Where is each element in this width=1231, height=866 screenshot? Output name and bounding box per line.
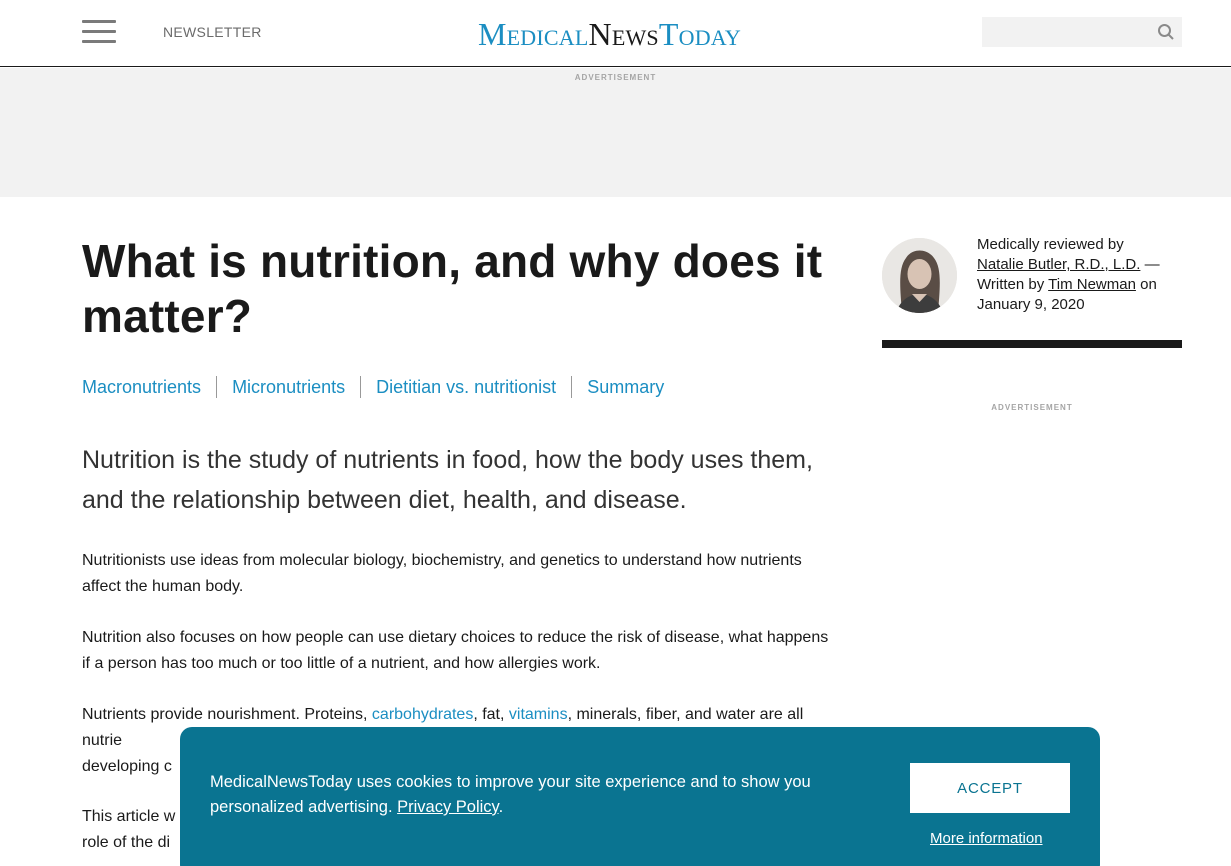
table-of-contents: Macronutrients Micronutrients Dietitian …: [82, 376, 664, 398]
cookie-message-text: MedicalNewsToday uses cookies to improve…: [210, 773, 811, 816]
toc-link-summary[interactable]: Summary: [587, 377, 664, 398]
top-ad-slot: ADVERTISEMENT: [0, 68, 1231, 197]
article-byline: Medically reviewed by Natalie Butler, R.…: [977, 235, 1187, 315]
written-by-label: Written by: [977, 276, 1049, 293]
sidebar-divider: [882, 340, 1182, 348]
link-carbohydrates[interactable]: carbohydrates: [372, 706, 473, 723]
logo-part-news: News: [588, 16, 659, 52]
search-input[interactable]: [982, 17, 1147, 47]
paragraph-4-text: role of the di: [82, 834, 171, 851]
search-box: [982, 17, 1182, 47]
site-logo[interactable]: MedicalNewsToday: [478, 14, 741, 54]
paragraph-4-text: This article w: [82, 808, 176, 825]
logo-part-today: Today: [658, 16, 741, 52]
article-lede: Nutrition is the study of nutrients in f…: [82, 446, 813, 514]
ad-label: ADVERTISEMENT: [991, 403, 1073, 412]
reviewer-avatar: [882, 238, 957, 313]
link-vitamins[interactable]: vitamins: [509, 706, 568, 723]
toc-divider: [571, 376, 573, 398]
paragraph-2: Nutrition also focuses on how people can…: [82, 629, 829, 672]
avatar-photo: [882, 238, 957, 313]
paragraph-3-text: Nutrients provide nourishment. Proteins,: [82, 706, 372, 723]
ad-label: ADVERTISEMENT: [574, 73, 657, 82]
menu-icon[interactable]: [82, 20, 116, 44]
toc-link-macronutrients[interactable]: Macronutrients: [82, 377, 201, 398]
accept-cookies-button[interactable]: ACCEPT: [910, 763, 1070, 813]
toc-divider: [360, 376, 362, 398]
more-information-link[interactable]: More information: [930, 830, 1043, 847]
article-title: What is nutrition, and why does it matte…: [82, 235, 823, 342]
paragraph-3-text: developing c: [82, 758, 172, 775]
site-header: NEWSLETTER MedicalNewsToday: [0, 0, 1231, 67]
toc-divider: [216, 376, 218, 398]
privacy-policy-link[interactable]: Privacy Policy: [397, 798, 498, 816]
logo-part-medical: Medical: [478, 16, 589, 52]
paragraph-1: Nutritionists use ideas from molecular b…: [82, 552, 802, 595]
publish-date: January 9, 2020: [977, 296, 1085, 313]
byline-dash: —: [1140, 256, 1160, 273]
search-icon[interactable]: [1157, 23, 1175, 41]
author-link[interactable]: Tim Newman: [1048, 276, 1136, 293]
cookie-banner: MedicalNewsToday uses cookies to improve…: [180, 727, 1100, 866]
cookie-period: .: [498, 798, 504, 816]
cookie-message: MedicalNewsToday uses cookies to improve…: [210, 770, 850, 820]
toc-link-dietitian[interactable]: Dietitian vs. nutritionist: [376, 377, 556, 398]
newsletter-link[interactable]: NEWSLETTER: [163, 24, 262, 40]
reviewed-by-label: Medically reviewed by: [977, 236, 1124, 253]
sidebar-ad-slot: ADVERTISEMENT: [882, 403, 1182, 412]
reviewer-link[interactable]: Natalie Butler, R.D., L.D.: [977, 256, 1140, 273]
byline-on: on: [1135, 276, 1157, 293]
paragraph-3-text: , fat,: [473, 706, 509, 723]
toc-link-micronutrients[interactable]: Micronutrients: [232, 377, 345, 398]
